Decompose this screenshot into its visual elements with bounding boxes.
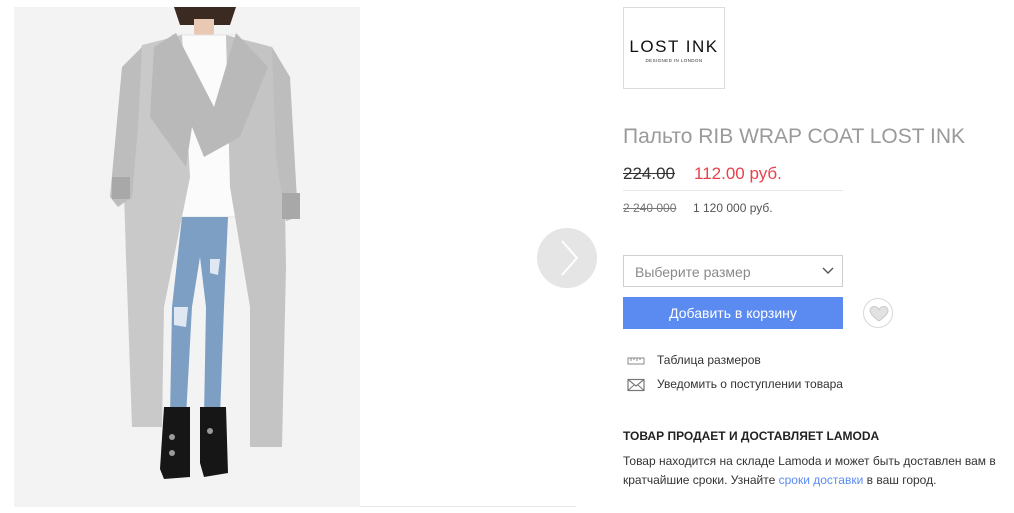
envelope-icon [627,378,645,392]
sale-price: 112.00 руб. [694,164,782,183]
brand-logo[interactable]: LOST INK DESIGNED IN LONDON [623,7,725,89]
notify-link[interactable]: Уведомить о поступлении товара [623,377,863,393]
ruler-icon [627,354,645,368]
old-price-alt: 2 240 000 [623,201,677,215]
chevron-down-icon [822,267,834,274]
gallery-divider [360,506,576,507]
product-gallery [0,0,600,513]
size-table-link[interactable]: Таблица размеров [623,353,773,369]
seller-heading: ТОВАР ПРОДАЕТ И ДОСТАВЛЯЕТ LAMODA [623,429,880,443]
seller-text-part2: в ваш город. [863,473,937,487]
size-select-placeholder: Выберите размер [635,264,751,280]
sale-price-alt: 1 120 000 руб. [693,201,773,215]
brand-tagline: DESIGNED IN LONDON [645,58,703,63]
size-select[interactable]: Выберите размер [623,255,843,287]
seller-description: Товар находится на складе Lamoda и может… [623,452,1014,490]
next-image-button[interactable] [537,228,597,288]
product-image [14,7,360,507]
brand-name: LOST INK [629,37,719,56]
wishlist-button[interactable] [863,298,893,328]
chevron-right-icon [561,240,579,276]
add-to-cart-button[interactable]: Добавить в корзину [623,297,843,329]
notify-label: Уведомить о поступлении товара [657,377,843,391]
product-title: Пальто RIB WRAP COAT LOST INK [623,125,966,148]
old-price: 224.00 [623,164,675,183]
product-photo[interactable] [14,7,360,507]
delivery-times-link[interactable]: сроки доставки [779,473,864,487]
heart-icon [869,305,889,322]
product-info: LOST INK DESIGNED IN LONDON Пальто RIB W… [623,0,1014,513]
size-table-label: Таблица размеров [657,353,761,367]
price-row: 224.00 112.00 руб. [623,164,843,191]
